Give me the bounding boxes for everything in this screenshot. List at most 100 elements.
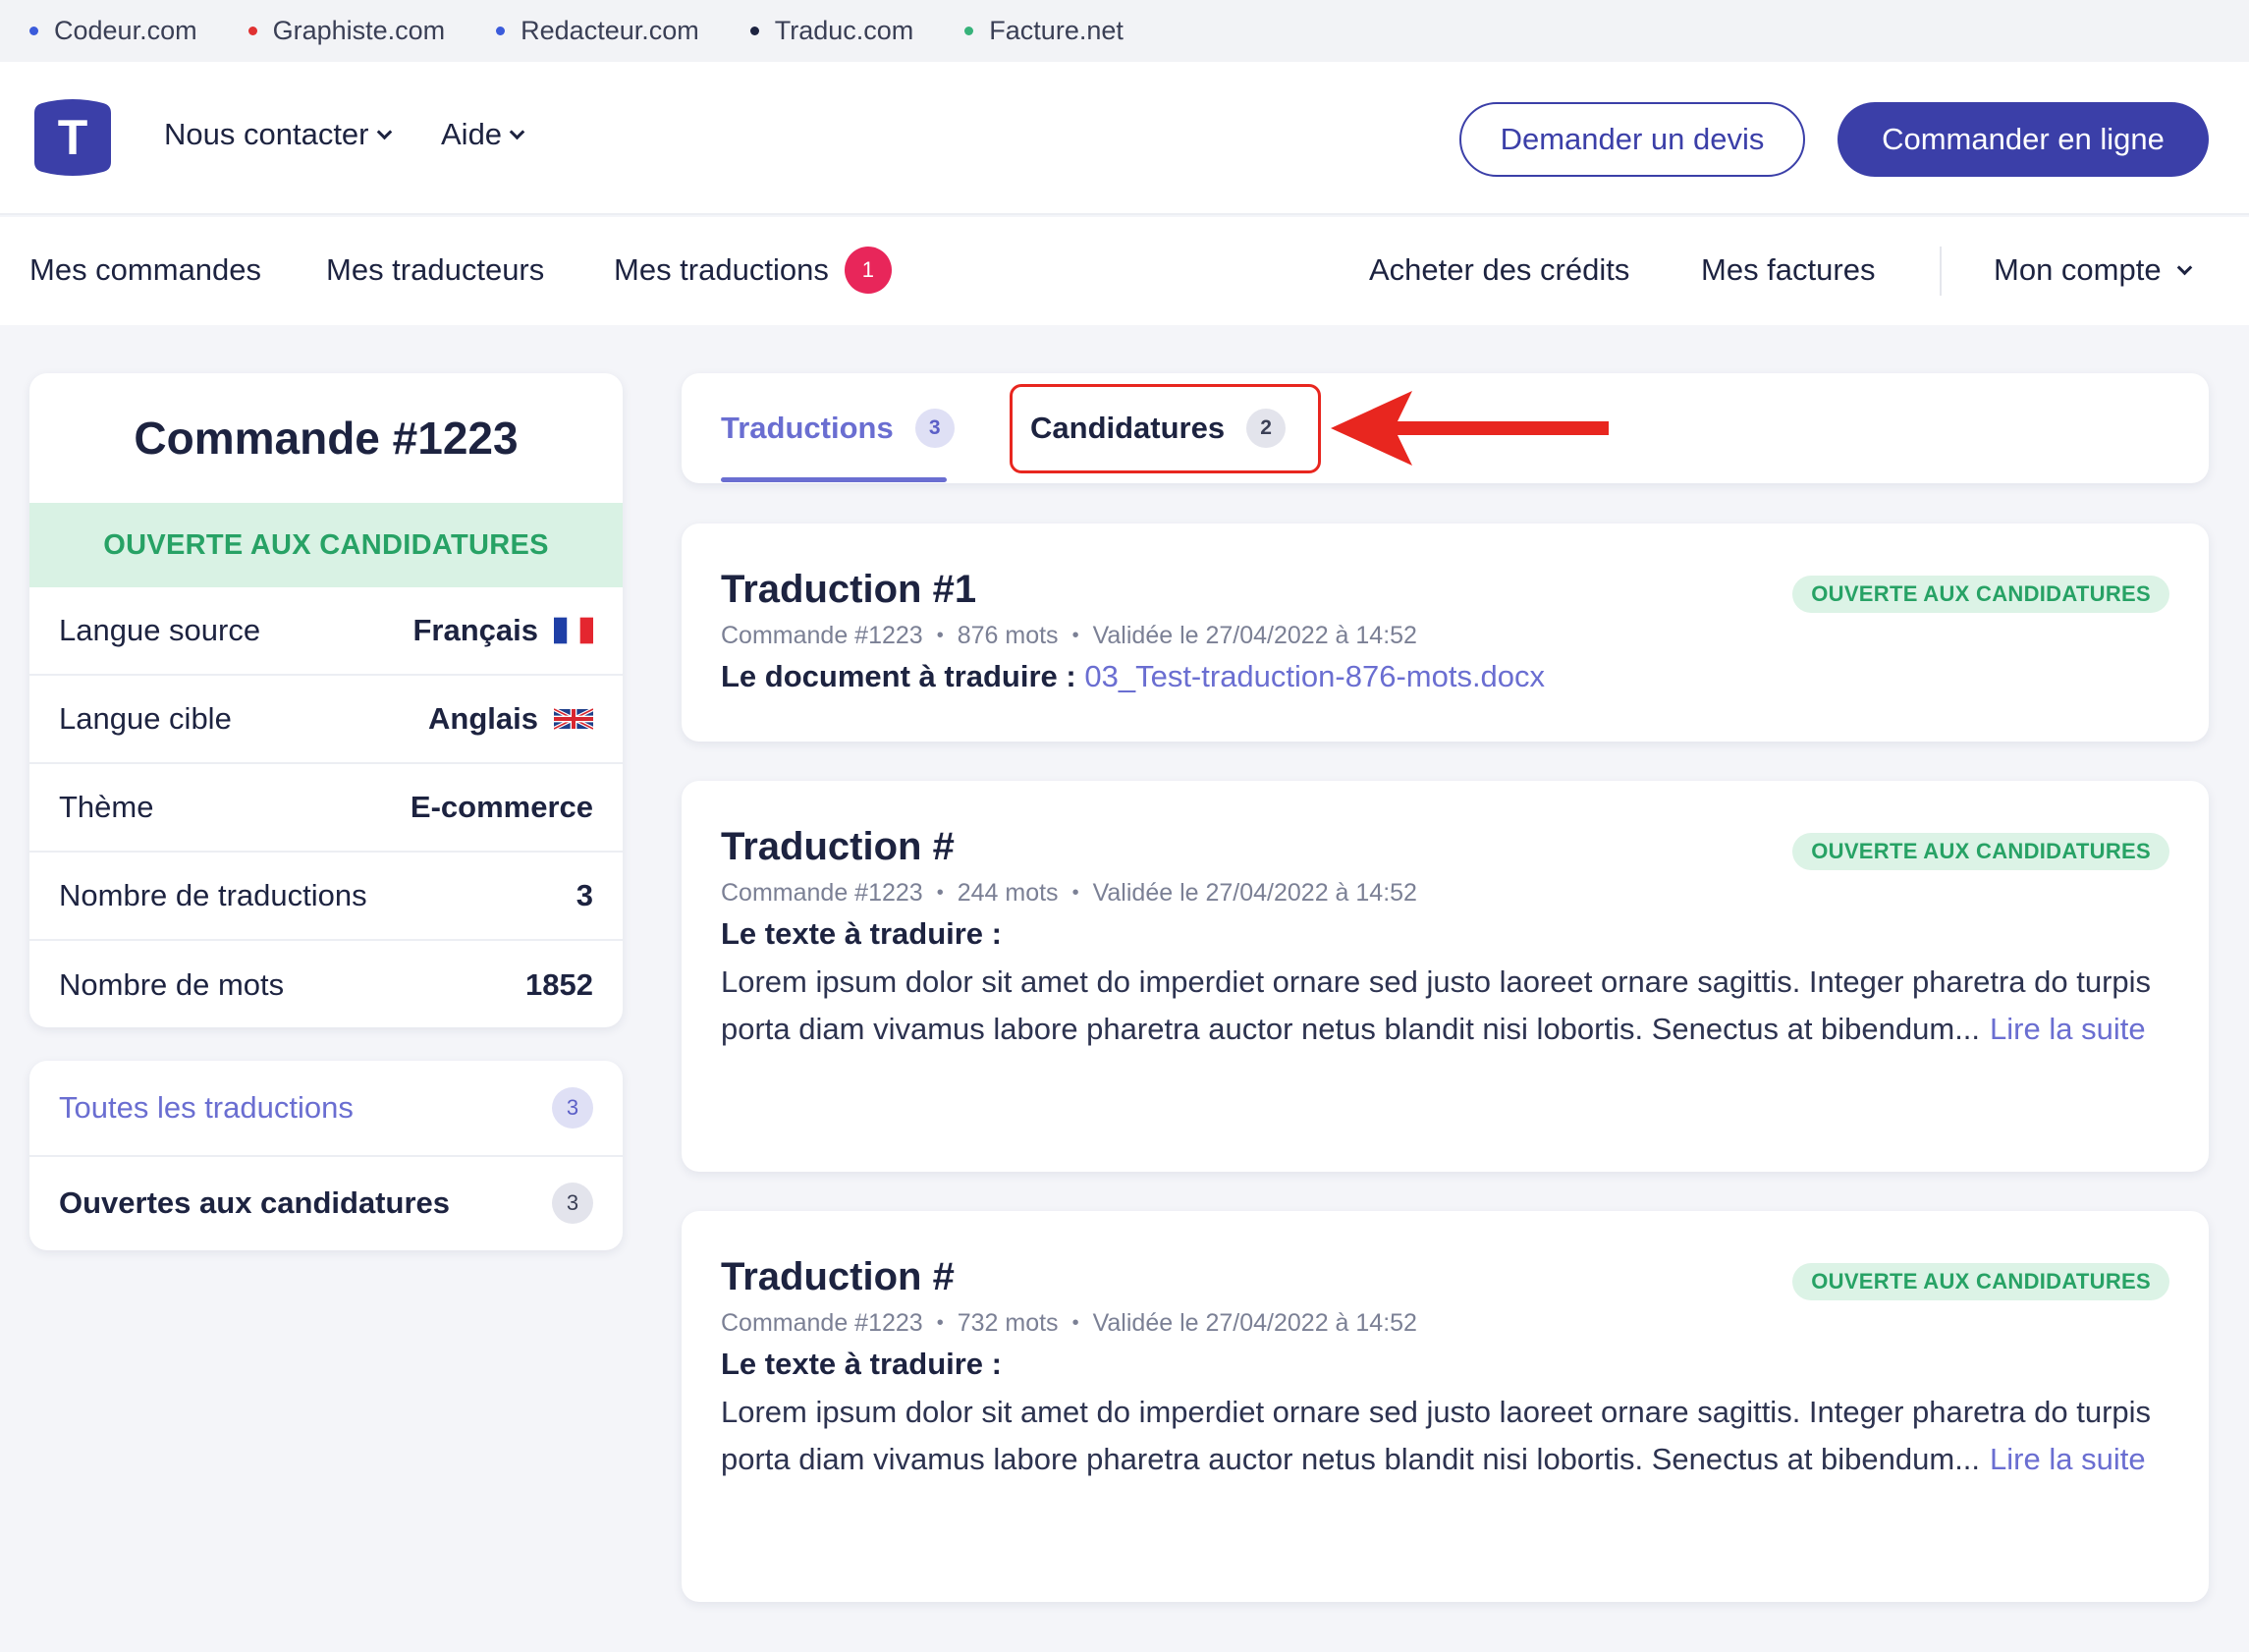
count-badge: 3: [552, 1087, 593, 1129]
dot-icon: [247, 27, 257, 35]
help-dropdown[interactable]: Aide: [441, 117, 525, 152]
bullet-separator: •: [936, 1312, 944, 1334]
dot-icon: [29, 27, 38, 35]
status-badge: OUVERTE AUX CANDIDATURES: [1792, 833, 2169, 870]
meta-validated: Validée le 27/04/2022 à 14:52: [1092, 1309, 1417, 1337]
network-link-redacteur[interactable]: Redacteur.com: [496, 16, 699, 46]
account-dropdown[interactable]: Mon compte: [1994, 252, 2192, 288]
excerpt-text: Lorem ipsum dolor sit amet do imperdiet …: [721, 1395, 2152, 1476]
site-header: T Nous contacter Aide Demander un devis …: [0, 62, 2249, 215]
filter-all-translations[interactable]: Toutes les traductions 3: [29, 1061, 623, 1155]
order-online-button[interactable]: Commander en ligne: [1838, 102, 2209, 177]
info-row-word-count: Nombre de mots 1852: [29, 941, 623, 1027]
meta-words: 244 mots: [957, 879, 1059, 907]
account-label: Mon compte: [1994, 252, 2162, 287]
divider: [1940, 247, 1942, 296]
chevron-down-icon: [376, 124, 392, 139]
translation-count-value: 3: [576, 878, 593, 912]
subnav-translators[interactable]: Mes traducteurs: [326, 252, 544, 288]
count-badge: 3: [914, 409, 955, 448]
info-label: Langue source: [59, 613, 261, 647]
subnav-orders[interactable]: Mes commandes: [29, 252, 261, 288]
info-row-translation-count: Nombre de traductions 3: [29, 853, 623, 941]
document-line: Le document à traduire : 03_Test-traduct…: [721, 659, 1545, 694]
subnav-buy-credits[interactable]: Acheter des crédits: [1369, 252, 1629, 288]
text-label: Le texte à traduire :: [721, 916, 1002, 951]
network-link-label: Graphiste.com: [272, 16, 446, 45]
active-tab-indicator: [721, 477, 947, 482]
account-subnav: Mes commandes Mes traducteurs Mes traduc…: [0, 217, 2249, 325]
network-link-facture[interactable]: Facture.net: [964, 16, 1124, 46]
network-link-traduc[interactable]: Traduc.com: [749, 16, 914, 46]
filter-open-applications[interactable]: Ouvertes aux candidatures 3: [29, 1155, 623, 1249]
meta-order: Commande #1223: [721, 622, 923, 649]
translation-title: Traduction #: [721, 1255, 955, 1298]
subnav-translations-label: Mes traductions: [614, 252, 829, 287]
network-link-codeur[interactable]: Codeur.com: [29, 16, 197, 46]
translation-title: Traduction #: [721, 825, 955, 868]
traduc-logo-icon[interactable]: T: [32, 95, 113, 180]
translation-card[interactable]: Traduction # OUVERTE AUX CANDIDATURES Co…: [682, 1211, 2209, 1602]
translation-meta: Commande #1223 • 244 mots • Validée le 2…: [721, 879, 1417, 908]
dot-icon: [749, 27, 759, 35]
word-count-value: 1852: [525, 967, 593, 1002]
filter-label: Ouvertes aux candidatures: [59, 1185, 450, 1220]
info-label: Nombre de mots: [59, 967, 285, 1002]
info-value: Français: [412, 613, 593, 648]
meta-validated: Validée le 27/04/2022 à 14:52: [1092, 622, 1417, 649]
subnav-translations[interactable]: Mes traductions 1: [614, 247, 892, 294]
uk-flag-icon: [554, 707, 593, 731]
contact-label: Nous contacter: [164, 117, 369, 151]
read-more-link[interactable]: Lire la suite: [1990, 1442, 2146, 1476]
source-language-value: Français: [412, 613, 538, 647]
bullet-separator: •: [1071, 1312, 1079, 1334]
info-row-source-language: Langue source Français: [29, 587, 623, 676]
theme-value: E-commerce: [410, 790, 593, 824]
help-label: Aide: [441, 117, 503, 151]
document-link[interactable]: 03_Test-traduction-876-mots.docx: [1084, 659, 1545, 693]
network-link-graphiste[interactable]: Graphiste.com: [247, 16, 446, 46]
meta-order: Commande #1223: [721, 879, 923, 907]
chevron-down-icon: [509, 124, 525, 139]
read-more-link[interactable]: Lire la suite: [1990, 1012, 2146, 1046]
info-label: Langue cible: [59, 701, 232, 736]
info-label: Thème: [59, 790, 154, 824]
translation-card[interactable]: Traduction # OUVERTE AUX CANDIDATURES Co…: [682, 781, 2209, 1172]
order-status-banner: OUVERTE AUX CANDIDATURES: [29, 503, 623, 587]
translation-card[interactable]: Traduction #1 OUVERTE AUX CANDIDATURES C…: [682, 523, 2209, 742]
meta-validated: Validée le 27/04/2022 à 14:52: [1092, 879, 1417, 907]
translation-title: Traduction #1: [721, 568, 977, 611]
order-title: Commande #1223: [134, 413, 519, 464]
status-badge: OUVERTE AUX CANDIDATURES: [1792, 576, 2169, 613]
translation-meta: Commande #1223 • 876 mots • Validée le 2…: [721, 622, 1417, 650]
info-row-theme: Thème E-commerce: [29, 764, 623, 853]
meta-words: 876 mots: [957, 622, 1059, 649]
request-quote-button[interactable]: Demander un devis: [1459, 102, 1805, 177]
info-label: Nombre de traductions: [59, 878, 367, 912]
annotation-highlight-box: [1010, 384, 1321, 473]
subnav-invoices[interactable]: Mes factures: [1701, 252, 1875, 288]
logo-letter: T: [58, 110, 88, 165]
count-badge: 3: [552, 1183, 593, 1224]
status-badge: OUVERTE AUX CANDIDATURES: [1792, 1263, 2169, 1300]
text-label: Le texte à traduire :: [721, 1347, 1002, 1381]
chevron-down-icon: [2176, 259, 2192, 275]
network-link-label: Traduc.com: [774, 16, 914, 45]
notification-badge: 1: [844, 247, 892, 294]
tab-label: Traductions: [721, 411, 894, 445]
contact-dropdown[interactable]: Nous contacter: [164, 117, 392, 152]
tab-translations[interactable]: Traductions 3: [721, 409, 955, 448]
translation-meta: Commande #1223 • 732 mots • Validée le 2…: [721, 1309, 1417, 1338]
text-excerpt: Lorem ipsum dolor sit amet do imperdiet …: [721, 1389, 2174, 1483]
dot-icon: [496, 27, 506, 35]
bullet-separator: •: [936, 882, 944, 904]
filter-card: Toutes les traductions 3 Ouvertes aux ca…: [29, 1061, 623, 1250]
target-language-value: Anglais: [428, 701, 538, 736]
bullet-separator: •: [1071, 625, 1079, 646]
network-bar: Codeur.com Graphiste.com Redacteur.com T…: [0, 0, 2249, 62]
meta-order: Commande #1223: [721, 1309, 923, 1337]
info-row-target-language: Langue cible Anglais: [29, 676, 623, 764]
excerpt-text: Lorem ipsum dolor sit amet do imperdiet …: [721, 964, 2152, 1046]
annotation-arrow-icon: [1331, 391, 1609, 466]
dot-icon: [964, 27, 974, 35]
